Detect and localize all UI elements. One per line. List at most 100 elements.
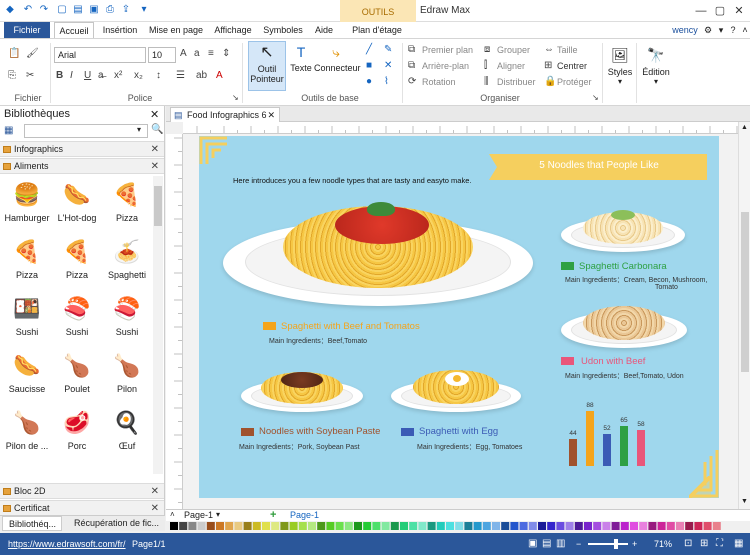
- rectangle-tool-icon[interactable]: ■: [366, 59, 372, 73]
- font-name-select[interactable]: Arial: [54, 47, 146, 63]
- options-chevron-icon[interactable]: ▾: [716, 22, 726, 38]
- close-section-icon[interactable]: ✕: [151, 159, 159, 174]
- food-shape-item[interactable]: 🍕 Pizza: [4, 237, 50, 280]
- new-file-icon[interactable]: ▢: [56, 4, 68, 16]
- close-window-button[interactable]: ✕: [730, 2, 748, 20]
- open-file-icon[interactable]: ▤: [72, 4, 84, 16]
- cut-icon[interactable]: ✂: [26, 69, 34, 83]
- collapse-ribbon-icon[interactable]: ˄: [740, 22, 750, 38]
- food-shape-item[interactable]: 🍕 Pizza: [104, 180, 150, 223]
- food-shape-item[interactable]: 🍗 Pilon: [104, 351, 150, 394]
- food-shape-item[interactable]: 🍔 Hamburger: [4, 180, 50, 223]
- food-shape-item[interactable]: 🍣 Sushi: [54, 294, 100, 337]
- tab-insertion[interactable]: Insértion: [98, 22, 142, 38]
- food-shape-item[interactable]: 🍣 Sushi: [104, 294, 150, 337]
- proteger-button[interactable]: Protéger: [557, 75, 592, 89]
- text-direction-icon[interactable]: ⇕: [222, 47, 230, 61]
- tab-aide[interactable]: Aide: [310, 22, 338, 38]
- text-color-icon[interactable]: ab: [196, 69, 207, 83]
- canvas-vertical-scrollbar[interactable]: ▲ ▼: [738, 122, 750, 509]
- color-palette[interactable]: [166, 521, 736, 531]
- tab-libraries[interactable]: Bibliothéq...: [2, 516, 62, 531]
- format-painter-icon[interactable]: 🖌: [26, 47, 39, 61]
- outil-pointeur-button[interactable]: ↖ Outil Pointeur: [248, 41, 286, 91]
- food-shape-item[interactable]: 🍗 Poulet: [54, 351, 100, 394]
- align-text-icon[interactable]: ≡: [208, 47, 214, 61]
- zoom-slider[interactable]: [588, 539, 628, 549]
- search-dropdown-icon[interactable]: ▾: [137, 125, 141, 134]
- organiser-dialog-launcher-icon[interactable]: ↘: [592, 91, 599, 105]
- connector-tool-button[interactable]: ⤷ Connecteur: [314, 41, 361, 91]
- normal-view-icon[interactable]: ▣: [528, 533, 537, 555]
- library-grid-icon[interactable]: ▦: [4, 125, 13, 136]
- bullets-icon[interactable]: ☰: [176, 69, 185, 83]
- page-dropdown-icon[interactable]: ▾: [216, 510, 220, 519]
- export-icon[interactable]: ⇪: [120, 4, 132, 16]
- page-nav-up-icon[interactable]: ˄: [170, 510, 175, 519]
- line-tool-icon[interactable]: ╱: [366, 43, 372, 57]
- library-search-input[interactable]: [24, 124, 148, 138]
- ellipse-tool-icon[interactable]: ●: [366, 75, 372, 89]
- search-icon[interactable]: 🔍: [151, 124, 163, 135]
- line-spacing-icon[interactable]: ↕: [156, 69, 161, 83]
- superscript-icon[interactable]: x²: [114, 69, 122, 83]
- full-view-icon[interactable]: ▥: [556, 533, 565, 555]
- underline-icon[interactable]: U: [84, 69, 91, 83]
- help-icon[interactable]: ?: [728, 22, 738, 38]
- food-shape-item[interactable]: 🍱 Sushi: [4, 294, 50, 337]
- fit-page-icon[interactable]: ⊡: [684, 533, 692, 555]
- save-icon[interactable]: ▣: [88, 4, 100, 16]
- customize-toolbar-icon[interactable]: ▾: [138, 4, 150, 16]
- aligner-button[interactable]: Aligner: [497, 59, 525, 73]
- document-tab[interactable]: ▤ Food Infographics 6 ✕: [170, 107, 280, 122]
- scrollbar-thumb[interactable]: [154, 186, 162, 226]
- fichier-menu-button[interactable]: Fichier: [4, 22, 50, 38]
- tab-mise-en-page[interactable]: Mise en page: [146, 22, 206, 38]
- settings-gear-icon[interactable]: ⚙: [702, 22, 714, 38]
- maximize-button[interactable]: ▢: [711, 2, 729, 20]
- close-section-icon[interactable]: ✕: [151, 142, 159, 157]
- section-bloc2d[interactable]: Bloc 2D ✕: [0, 483, 164, 499]
- font-color-icon[interactable]: A: [216, 69, 223, 83]
- shrink-font-icon[interactable]: a: [194, 47, 200, 61]
- edition-button[interactable]: 🔭 Édition ▾: [640, 43, 672, 99]
- tab-symboles[interactable]: Symboles: [260, 22, 306, 38]
- centrer-button[interactable]: Centrer: [557, 59, 587, 73]
- premier-plan-button[interactable]: Premier plan: [422, 43, 473, 57]
- minimize-button[interactable]: —: [692, 2, 710, 20]
- subscript-icon[interactable]: x₂: [134, 69, 143, 83]
- close-section-icon[interactable]: ✕: [151, 484, 159, 499]
- tab-accueil[interactable]: Accueil: [54, 22, 94, 38]
- police-dialog-launcher-icon[interactable]: ↘: [232, 91, 239, 105]
- scroll-up-icon[interactable]: ▲: [741, 124, 748, 131]
- close-libraries-icon[interactable]: ✕: [150, 108, 159, 121]
- section-aliments[interactable]: Aliments ✕: [0, 158, 164, 174]
- tab-affichage[interactable]: Affichage: [210, 22, 256, 38]
- present-icon[interactable]: ▦: [734, 533, 743, 555]
- rotation-button[interactable]: Rotation: [422, 75, 456, 89]
- fit-width-icon[interactable]: ⊞: [700, 533, 708, 555]
- taille-button[interactable]: Taille: [557, 43, 578, 57]
- polyline-tool-icon[interactable]: ⌇: [384, 75, 389, 89]
- grouper-button[interactable]: Grouper: [497, 43, 530, 57]
- section-certificat[interactable]: Certificat ✕: [0, 500, 164, 516]
- zoom-in-icon[interactable]: +: [632, 533, 637, 555]
- italic-icon[interactable]: I: [70, 69, 73, 83]
- add-page-button[interactable]: +: [270, 509, 276, 521]
- canvas-scroll-thumb[interactable]: [741, 212, 749, 372]
- copy-icon[interactable]: ⎘: [8, 69, 16, 83]
- food-shape-item[interactable]: 🍳 Œuf: [104, 408, 150, 451]
- arriere-plan-button[interactable]: Arrière-plan: [422, 59, 469, 73]
- library-scrollbar[interactable]: [153, 176, 163, 474]
- tab-file-recovery[interactable]: Récupération de fic...: [66, 516, 164, 531]
- close-document-icon[interactable]: ✕: [267, 108, 275, 122]
- print-icon[interactable]: ⎙: [104, 4, 116, 16]
- text-tool-button[interactable]: T Texte: [288, 41, 314, 91]
- food-shape-item[interactable]: 🌭 Saucisse: [4, 351, 50, 394]
- food-shape-item[interactable]: 🍕 Pizza: [54, 237, 100, 280]
- undo-icon[interactable]: ↶: [22, 4, 34, 16]
- crop-tool-icon[interactable]: ✕: [384, 59, 392, 73]
- zoom-out-icon[interactable]: −: [576, 533, 581, 555]
- tab-plan-detage[interactable]: Plan d'étage: [344, 22, 410, 38]
- page-tab-1[interactable]: Page-1: [184, 510, 213, 520]
